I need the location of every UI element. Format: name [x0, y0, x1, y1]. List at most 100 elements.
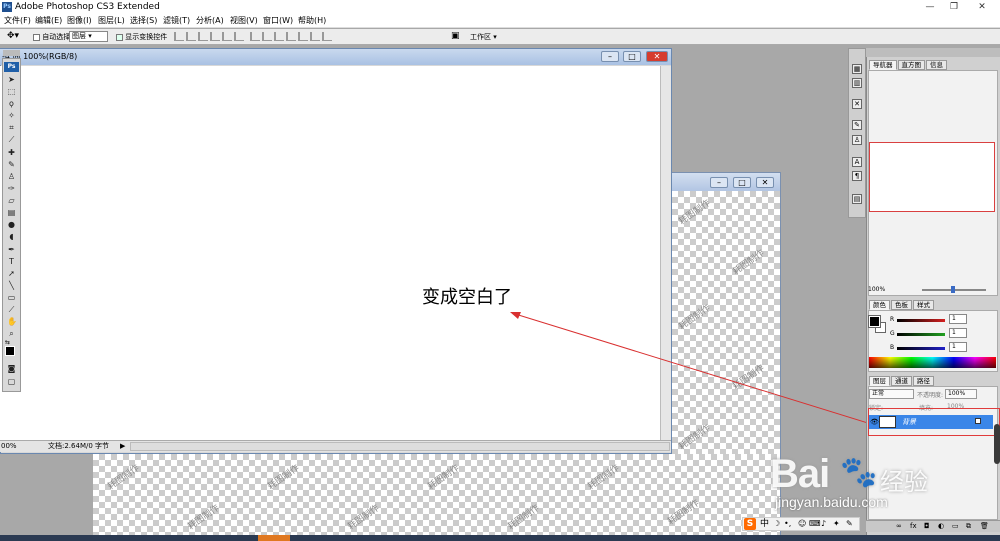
tools-dock-icon[interactable]: ✕: [852, 99, 862, 109]
swap-colors-icon[interactable]: ⇆: [5, 339, 10, 346]
ime-dot-icon[interactable]: •,: [784, 518, 791, 530]
ime-punct-icon[interactable]: ☽: [773, 518, 780, 530]
menu-window[interactable]: 窗口(W): [263, 15, 293, 27]
menu-select[interactable]: 选择(S): [130, 15, 157, 27]
tab-styles[interactable]: 样式: [913, 300, 934, 310]
tab-swatches[interactable]: 色板: [891, 300, 912, 310]
doc2-maximize-button[interactable]: □: [733, 177, 751, 188]
layer-comps-dock-icon[interactable]: ▤: [852, 194, 862, 204]
new-group-icon[interactable]: ▭: [952, 522, 959, 530]
workspace-button[interactable]: 工作区 ▾: [470, 31, 500, 43]
panels-header[interactable]: [866, 48, 1000, 57]
lasso-tool-icon[interactable]: ϙ: [7, 99, 16, 108]
menu-layer[interactable]: 图层(L): [98, 15, 125, 27]
tab-info[interactable]: 信息: [926, 60, 947, 70]
distribute-right-icon[interactable]: [310, 32, 320, 41]
camera-icon[interactable]: ▣: [451, 31, 460, 41]
opacity-input[interactable]: 100%: [945, 389, 977, 399]
right-edge-handle[interactable]: [994, 424, 1000, 464]
zoom-tool-icon[interactable]: ⌕: [7, 329, 16, 338]
tab-navigator[interactable]: 导航器: [869, 60, 897, 70]
ime-skin-icon[interactable]: ✦: [833, 518, 840, 530]
distribute-bottom-icon[interactable]: [274, 32, 284, 41]
new-layer-icon[interactable]: ⧉: [966, 522, 971, 531]
slice-tool-icon[interactable]: ⟋: [7, 135, 16, 144]
menu-help[interactable]: 帮助(H): [298, 15, 326, 27]
clone-dock-icon[interactable]: ♙: [852, 135, 862, 145]
doc1-minimize-button[interactable]: –: [601, 51, 619, 62]
tab-channels[interactable]: 通道: [891, 376, 912, 386]
blue-channel-value[interactable]: 1: [949, 342, 967, 352]
tab-histogram[interactable]: 直方图: [897, 60, 925, 70]
path-select-icon[interactable]: ➚: [7, 269, 16, 278]
healing-brush-icon[interactable]: ✚: [7, 148, 16, 157]
link-layers-icon[interactable]: ∞: [896, 522, 902, 530]
brushes-dock-icon[interactable]: ✎: [852, 120, 862, 130]
align-middle-icon[interactable]: [186, 32, 196, 41]
align-right-icon[interactable]: [234, 32, 244, 41]
taskbar-active-item[interactable]: [258, 535, 290, 541]
brush-tool-icon[interactable]: ✎: [7, 160, 16, 169]
toolbox-grip[interactable]: [3, 50, 20, 56]
ime-voice-icon[interactable]: ♪: [821, 518, 826, 530]
ime-emoji-icon[interactable]: ☺: [798, 518, 806, 530]
delete-layer-icon[interactable]: 🗑: [980, 522, 989, 530]
blur-tool-icon[interactable]: ●: [7, 220, 16, 229]
distribute-middle-icon[interactable]: [262, 32, 272, 41]
magic-wand-tool-icon[interactable]: ✧: [7, 111, 16, 120]
blank-canvas[interactable]: [0, 66, 660, 440]
gradient-tool-icon[interactable]: ▤: [7, 208, 16, 217]
green-channel-value[interactable]: 1: [949, 328, 967, 338]
move-tool-icon[interactable]: ✥▾: [7, 31, 19, 41]
align-top-icon[interactable]: [174, 32, 184, 41]
auto-select-checkbox[interactable]: 自动选择:: [33, 32, 73, 42]
blend-mode-dropdown[interactable]: 正常: [869, 389, 914, 399]
eraser-tool-icon[interactable]: ▱: [7, 196, 16, 205]
status-menu-arrow-icon[interactable]: ▶: [120, 441, 125, 452]
line-tool-icon[interactable]: ╲: [7, 281, 16, 290]
pen-tool-icon[interactable]: ✒: [7, 245, 16, 254]
distribute-top-icon[interactable]: [250, 32, 260, 41]
dodge-tool-icon[interactable]: ◖: [7, 232, 16, 241]
menu-filter[interactable]: 滤镜(T): [163, 15, 190, 27]
hand-tool-icon[interactable]: ✋: [7, 317, 17, 326]
crop-tool-icon[interactable]: ⌗: [7, 123, 16, 132]
menu-edit[interactable]: 编辑(E): [35, 15, 62, 27]
sogou-logo-icon[interactable]: S: [744, 518, 756, 530]
ime-keyboard-icon[interactable]: ⌨: [809, 518, 821, 530]
menu-view[interactable]: 视图(V): [230, 15, 258, 27]
show-transform-checkbox[interactable]: 显示变换控件: [116, 32, 167, 42]
blue-channel-slider[interactable]: [897, 347, 945, 350]
horizontal-scrollbar[interactable]: [130, 442, 670, 451]
paragraph-dock-icon[interactable]: ¶: [852, 171, 862, 181]
ime-mode[interactable]: 中: [760, 518, 769, 530]
move-tool-icon[interactable]: ➤: [7, 75, 16, 84]
document-1-title-bar[interactable]: [0, 49, 671, 65]
ps-logo-badge[interactable]: Ps: [4, 62, 19, 72]
align-bottom-icon[interactable]: [198, 32, 208, 41]
doc2-minimize-button[interactable]: –: [710, 177, 728, 188]
navigator-preview[interactable]: [869, 142, 995, 212]
foreground-color-swatch[interactable]: [868, 315, 881, 328]
doc1-close-button[interactable]: ✕: [646, 51, 668, 62]
distribute-center-icon[interactable]: [298, 32, 308, 41]
histogram-dock-icon[interactable]: ▥: [852, 78, 862, 88]
vertical-scrollbar[interactable]: [660, 66, 671, 440]
eyedropper-tool-icon[interactable]: ⟋: [7, 305, 16, 314]
doc1-maximize-button[interactable]: □: [623, 51, 641, 62]
tab-paths[interactable]: 路径: [913, 376, 934, 386]
layer-style-icon[interactable]: fx: [910, 522, 917, 530]
align-center-icon[interactable]: [222, 32, 232, 41]
marquee-tool-icon[interactable]: ⬚: [7, 87, 16, 96]
navigator-zoom-knob[interactable]: [951, 286, 955, 293]
auto-align-icon[interactable]: [322, 32, 332, 41]
green-channel-slider[interactable]: [897, 333, 945, 336]
red-channel-value[interactable]: 1: [949, 314, 967, 324]
foreground-color-swatch[interactable]: [5, 346, 15, 356]
menu-analysis[interactable]: 分析(A): [196, 15, 224, 27]
layer-mask-icon[interactable]: ◘: [924, 522, 930, 530]
history-brush-icon[interactable]: ✑: [7, 184, 16, 193]
zoom-level[interactable]: 00%: [1, 441, 17, 452]
notes-tool-icon[interactable]: ▭: [7, 293, 16, 302]
screen-mode-icon[interactable]: ▢: [7, 377, 16, 386]
